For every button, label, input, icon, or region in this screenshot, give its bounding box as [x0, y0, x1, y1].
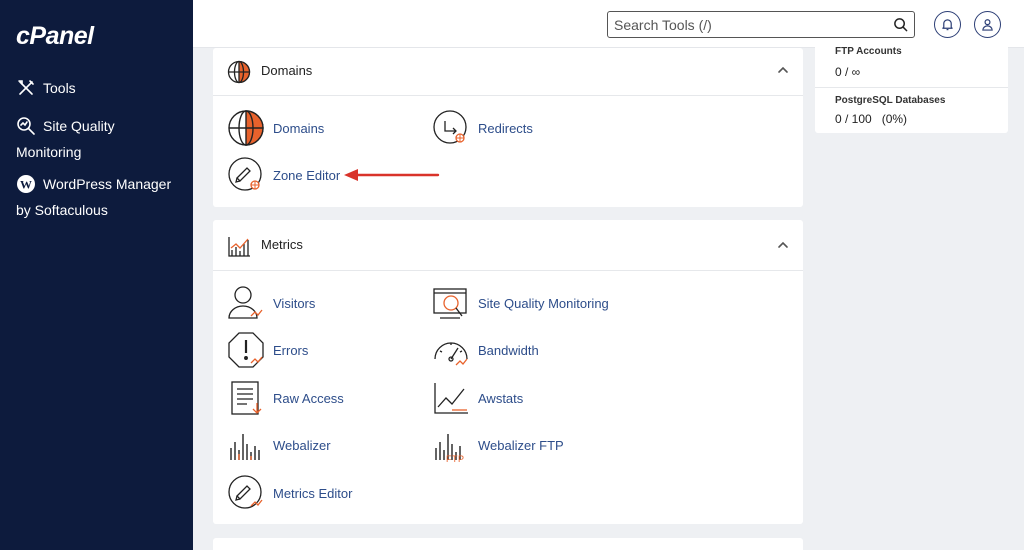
zone-editor-icon	[228, 157, 262, 191]
stats-panel: FTP Accounts 0 / ∞ PostgreSQL Databases …	[815, 40, 1008, 133]
tool-label: Webalizer	[273, 437, 331, 453]
tool-label: Metrics Editor	[273, 485, 353, 501]
cpanel-logo[interactable]: cPanel	[16, 22, 94, 51]
tool-awstats[interactable]: Awstats	[432, 379, 523, 417]
search-input[interactable]	[614, 15, 884, 34]
sidebar-item-label: Site Quality	[43, 118, 115, 134]
next-panel	[213, 538, 803, 550]
webalizer-icon	[230, 434, 260, 460]
tool-label: Raw Access	[273, 390, 344, 406]
sidebar-item-label: WordPress Manager	[43, 176, 172, 192]
site-quality-monitoring-icon	[433, 288, 467, 319]
tool-zone-editor[interactable]: Zone Editor	[227, 156, 340, 194]
tool-errors[interactable]: Errors	[227, 331, 308, 369]
tool-label: Redirects	[478, 120, 533, 136]
tool-label: Bandwidth	[478, 342, 539, 358]
metrics-panel: Metrics Visitors Site Quality Monitoring…	[213, 220, 803, 524]
search-icon[interactable]	[893, 17, 908, 32]
tool-label: Visitors	[273, 295, 316, 311]
tools-icon	[18, 80, 34, 95]
tool-label: Domains	[273, 120, 325, 136]
divider	[815, 87, 1008, 88]
tool-webalizer-ftp[interactable]: FTP Webalizer FTP	[432, 426, 564, 464]
tool-visitors[interactable]: Visitors	[227, 284, 315, 322]
site-quality-icon	[17, 117, 35, 135]
panel-header[interactable]: Domains	[213, 48, 803, 96]
domains-panel: Domains Domains Redirects Zone Editor	[213, 48, 803, 207]
visitors-icon	[228, 286, 263, 319]
raw-access-icon	[231, 381, 262, 415]
sidebar-item-label: Tools	[43, 80, 76, 96]
metrics-editor-icon	[228, 475, 263, 509]
notifications-button[interactable]	[934, 11, 961, 38]
panel-header[interactable]: Metrics	[213, 220, 803, 271]
tool-metrics-editor[interactable]: Metrics Editor	[227, 474, 352, 512]
panel-title: Domains	[261, 63, 313, 78]
chevron-up-icon[interactable]	[777, 64, 789, 76]
webalizer-ftp-icon: FTP	[435, 434, 465, 464]
sidebar-item-label-2: Monitoring	[16, 144, 82, 160]
tool-label: Errors	[273, 342, 309, 358]
awstats-icon	[434, 383, 468, 414]
user-icon	[982, 19, 993, 31]
tool-label: Zone Editor	[273, 167, 341, 183]
annotation-arrow	[344, 169, 440, 181]
bell-icon	[942, 19, 953, 31]
bandwidth-icon	[434, 342, 468, 366]
sidebar-item-tools[interactable]: Tools	[16, 75, 186, 101]
tool-redirects[interactable]: Redirects	[432, 109, 533, 147]
sidebar: cPanel Tools Site Quality Monitoring W W…	[0, 0, 193, 550]
metrics-chart-icon	[228, 237, 250, 257]
ftp-icon-text: FTP	[446, 454, 465, 464]
globe-icon	[227, 60, 251, 84]
tool-label: Webalizer FTP	[478, 437, 564, 453]
panel-title: Metrics	[261, 237, 303, 252]
tool-site-quality-monitoring[interactable]: Site Quality Monitoring	[432, 284, 609, 322]
tool-bandwidth[interactable]: Bandwidth	[432, 331, 539, 369]
sidebar-item-wordpress[interactable]: W WordPress Manager by Softaculous	[16, 171, 186, 223]
stat-value: 0 / 100 (0%)	[835, 112, 908, 126]
domains-globe-icon	[228, 110, 264, 146]
tool-domains[interactable]: Domains	[227, 109, 324, 147]
tool-label: Awstats	[478, 390, 524, 406]
redirects-icon	[433, 110, 467, 144]
sidebar-item-label-2: by Softaculous	[16, 202, 108, 218]
user-menu-button[interactable]	[974, 11, 1001, 38]
tool-webalizer[interactable]: Webalizer	[227, 426, 331, 464]
stat-label: FTP Accounts	[835, 46, 902, 57]
chevron-up-icon[interactable]	[777, 239, 789, 251]
errors-icon	[228, 332, 264, 368]
sidebar-item-site-quality[interactable]: Site Quality Monitoring	[16, 113, 186, 165]
stat-label: PostgreSQL Databases	[835, 95, 946, 106]
svg-text:W: W	[20, 178, 32, 192]
tool-raw-access[interactable]: Raw Access	[227, 379, 344, 417]
search-box[interactable]	[607, 11, 915, 38]
tool-label: Site Quality Monitoring	[478, 295, 609, 311]
wordpress-icon: W	[17, 175, 35, 193]
stat-value: 0 / ∞	[835, 65, 861, 79]
